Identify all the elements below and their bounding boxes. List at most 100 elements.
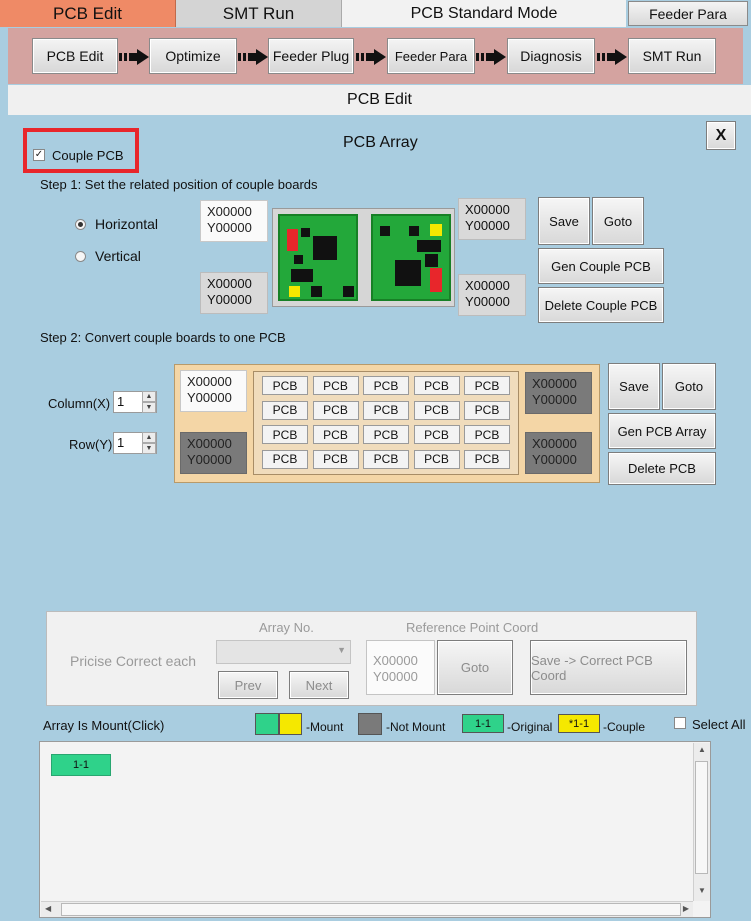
pcb-cell: PCB bbox=[464, 376, 510, 395]
vertical-scrollbar[interactable]: ▲ ▼ bbox=[693, 743, 710, 901]
s1-bottom-right-coord: X00000 Y00000 bbox=[458, 274, 526, 316]
pcb-cell: PCB bbox=[262, 449, 308, 469]
list-item[interactable]: 1-1 bbox=[51, 754, 111, 776]
s2-top-left-coord: X00000 Y00000 bbox=[180, 370, 247, 412]
array-no-label: Array No. bbox=[259, 620, 314, 635]
scroll-right-icon[interactable]: ▶ bbox=[683, 904, 689, 913]
pcb-cell: PCB bbox=[363, 425, 409, 444]
pcb-cell: PCB bbox=[312, 376, 359, 395]
vertical-radio[interactable] bbox=[75, 251, 86, 262]
pcb-board-right bbox=[371, 214, 451, 301]
delete-pcb-button[interactable]: Delete PCB bbox=[608, 452, 716, 485]
workflow-pcb-edit-button[interactable]: PCB Edit bbox=[32, 38, 118, 74]
s1-goto-button[interactable]: Goto bbox=[592, 197, 644, 245]
workflow-diagnosis-button[interactable]: Diagnosis bbox=[507, 38, 595, 74]
pcb-cell: PCB bbox=[464, 400, 510, 420]
s2-bottom-right-coord: X00000 Y00000 bbox=[525, 432, 592, 474]
couple-pcb-checkbox[interactable]: ✓ bbox=[33, 149, 45, 161]
horizontal-label: Horizontal bbox=[95, 216, 159, 232]
gen-couple-pcb-button[interactable]: Gen Couple PCB bbox=[538, 248, 664, 284]
h-scroll-thumb[interactable] bbox=[61, 903, 681, 916]
next-button[interactable]: Next bbox=[289, 671, 349, 699]
pcb-cell: PCB bbox=[413, 400, 460, 420]
step2-label: Step 2: Convert couple boards to one PCB bbox=[40, 330, 286, 345]
workflow-feeder-para-button[interactable]: Feeder Para bbox=[387, 38, 475, 74]
pcb-board-left bbox=[278, 214, 358, 301]
pcb-cell: PCB bbox=[262, 425, 308, 444]
s2-bottom-left-coord: X00000 Y00000 bbox=[180, 432, 247, 474]
chevron-down-icon: ▼ bbox=[337, 645, 346, 655]
mode-label: PCB Standard Mode bbox=[342, 0, 626, 27]
pcb-cell: PCB bbox=[413, 425, 460, 444]
column-label: Column(X) bbox=[48, 396, 111, 411]
column-down-icon[interactable]: ▼ bbox=[142, 402, 156, 413]
s1-top-right-coord: X00000 Y00000 bbox=[458, 198, 526, 240]
pcb-grid: PCB PCB PCB PCB PCB PCB PCB PCB PCB PCB PCB PCB PCB P… bbox=[253, 371, 519, 475]
pcb-cell: PCB bbox=[262, 376, 308, 395]
arrow-right-icon bbox=[356, 49, 386, 65]
workflow-smt-run-button[interactable]: SMT Run bbox=[628, 38, 716, 74]
ref-point-label: Reference Point Coord bbox=[406, 620, 539, 635]
arrow-right-icon bbox=[597, 49, 627, 65]
not-mount-swatch bbox=[358, 713, 382, 735]
pcb-cell: PCB bbox=[262, 400, 308, 420]
pcb-cell: PCB bbox=[464, 425, 510, 444]
prev-button[interactable]: Prev bbox=[218, 671, 278, 699]
pcb-cell: PCB bbox=[464, 449, 510, 469]
step1-label: Step 1: Set the related position of coup… bbox=[40, 177, 318, 192]
row-label: Row(Y) bbox=[69, 437, 113, 452]
ref-goto-button[interactable]: Goto bbox=[437, 640, 513, 695]
s1-save-button[interactable]: Save bbox=[538, 197, 590, 245]
original-tag: 1-1 bbox=[462, 714, 504, 733]
scroll-down-icon[interactable]: ▼ bbox=[698, 886, 706, 895]
pcb-cell: PCB bbox=[413, 449, 460, 469]
save-correct-pcb-button[interactable]: Save -> Correct PCB Coord bbox=[530, 640, 687, 695]
select-all-label: Select All bbox=[692, 717, 746, 732]
delete-couple-pcb-button[interactable]: Delete Couple PCB bbox=[538, 287, 664, 323]
arrow-right-icon bbox=[476, 49, 506, 65]
dialog-title: PCB Array bbox=[343, 134, 418, 151]
pcb-cell: PCB bbox=[363, 400, 409, 420]
array-no-select[interactable]: ▼ bbox=[216, 640, 351, 664]
arrow-right-icon bbox=[119, 49, 149, 65]
section-title-bar: PCB Edit bbox=[8, 85, 751, 115]
s2-goto-button[interactable]: Goto bbox=[662, 363, 716, 410]
workflow-optimize-button[interactable]: Optimize bbox=[149, 38, 237, 74]
couple-label: -Couple bbox=[603, 720, 646, 734]
array-mount-list[interactable]: 1-1 bbox=[39, 741, 711, 918]
s2-save-button[interactable]: Save bbox=[608, 363, 660, 410]
s1-bottom-left-coord: X00000 Y00000 bbox=[200, 272, 268, 314]
ref-point-coord: X00000 Y00000 bbox=[366, 640, 435, 695]
not-mount-label: -Not Mount bbox=[386, 720, 446, 734]
gen-pcb-array-button[interactable]: Gen PCB Array bbox=[608, 413, 716, 449]
s2-top-right-coord: X00000 Y00000 bbox=[525, 372, 592, 414]
scroll-up-icon[interactable]: ▲ bbox=[698, 745, 706, 754]
tab-smt-run[interactable]: SMT Run bbox=[176, 0, 342, 27]
workflow-feeder-plug-button[interactable]: Feeder Plug bbox=[268, 38, 354, 74]
close-button[interactable]: X bbox=[706, 121, 736, 150]
pcb-cell: PCB bbox=[312, 400, 359, 420]
horizontal-radio[interactable] bbox=[75, 219, 86, 230]
pcb-cell: PCB bbox=[413, 376, 460, 395]
pcb-cell: PCB bbox=[363, 449, 409, 469]
tab-feeder-para[interactable]: Feeder Para bbox=[628, 1, 748, 26]
mount-yellow-swatch bbox=[279, 713, 302, 735]
pcb-cell: PCB bbox=[312, 449, 359, 469]
column-up-icon[interactable]: ▲ bbox=[142, 391, 156, 402]
row-down-icon[interactable]: ▼ bbox=[142, 443, 156, 454]
row-up-icon[interactable]: ▲ bbox=[142, 432, 156, 443]
s1-top-left-coord: X00000 Y00000 bbox=[200, 200, 268, 242]
precise-correct-label: Pricise Correct each bbox=[70, 653, 197, 669]
tab-pcb-edit[interactable]: PCB Edit bbox=[0, 0, 176, 27]
select-all-checkbox[interactable] bbox=[674, 717, 686, 729]
arrow-right-icon bbox=[238, 49, 268, 65]
scroll-left-icon[interactable]: ◀ bbox=[45, 904, 51, 913]
scroll-thumb[interactable] bbox=[695, 761, 708, 874]
horizontal-scrollbar[interactable]: ◀ ▶ bbox=[41, 901, 693, 917]
couple-board-illustration bbox=[272, 208, 455, 307]
mount-label: -Mount bbox=[306, 720, 344, 734]
couple-pcb-label: Couple PCB bbox=[52, 148, 124, 163]
couple-tag: *1-1 bbox=[558, 714, 600, 733]
pcb-cell: PCB bbox=[363, 376, 409, 395]
vertical-label: Vertical bbox=[95, 248, 141, 264]
